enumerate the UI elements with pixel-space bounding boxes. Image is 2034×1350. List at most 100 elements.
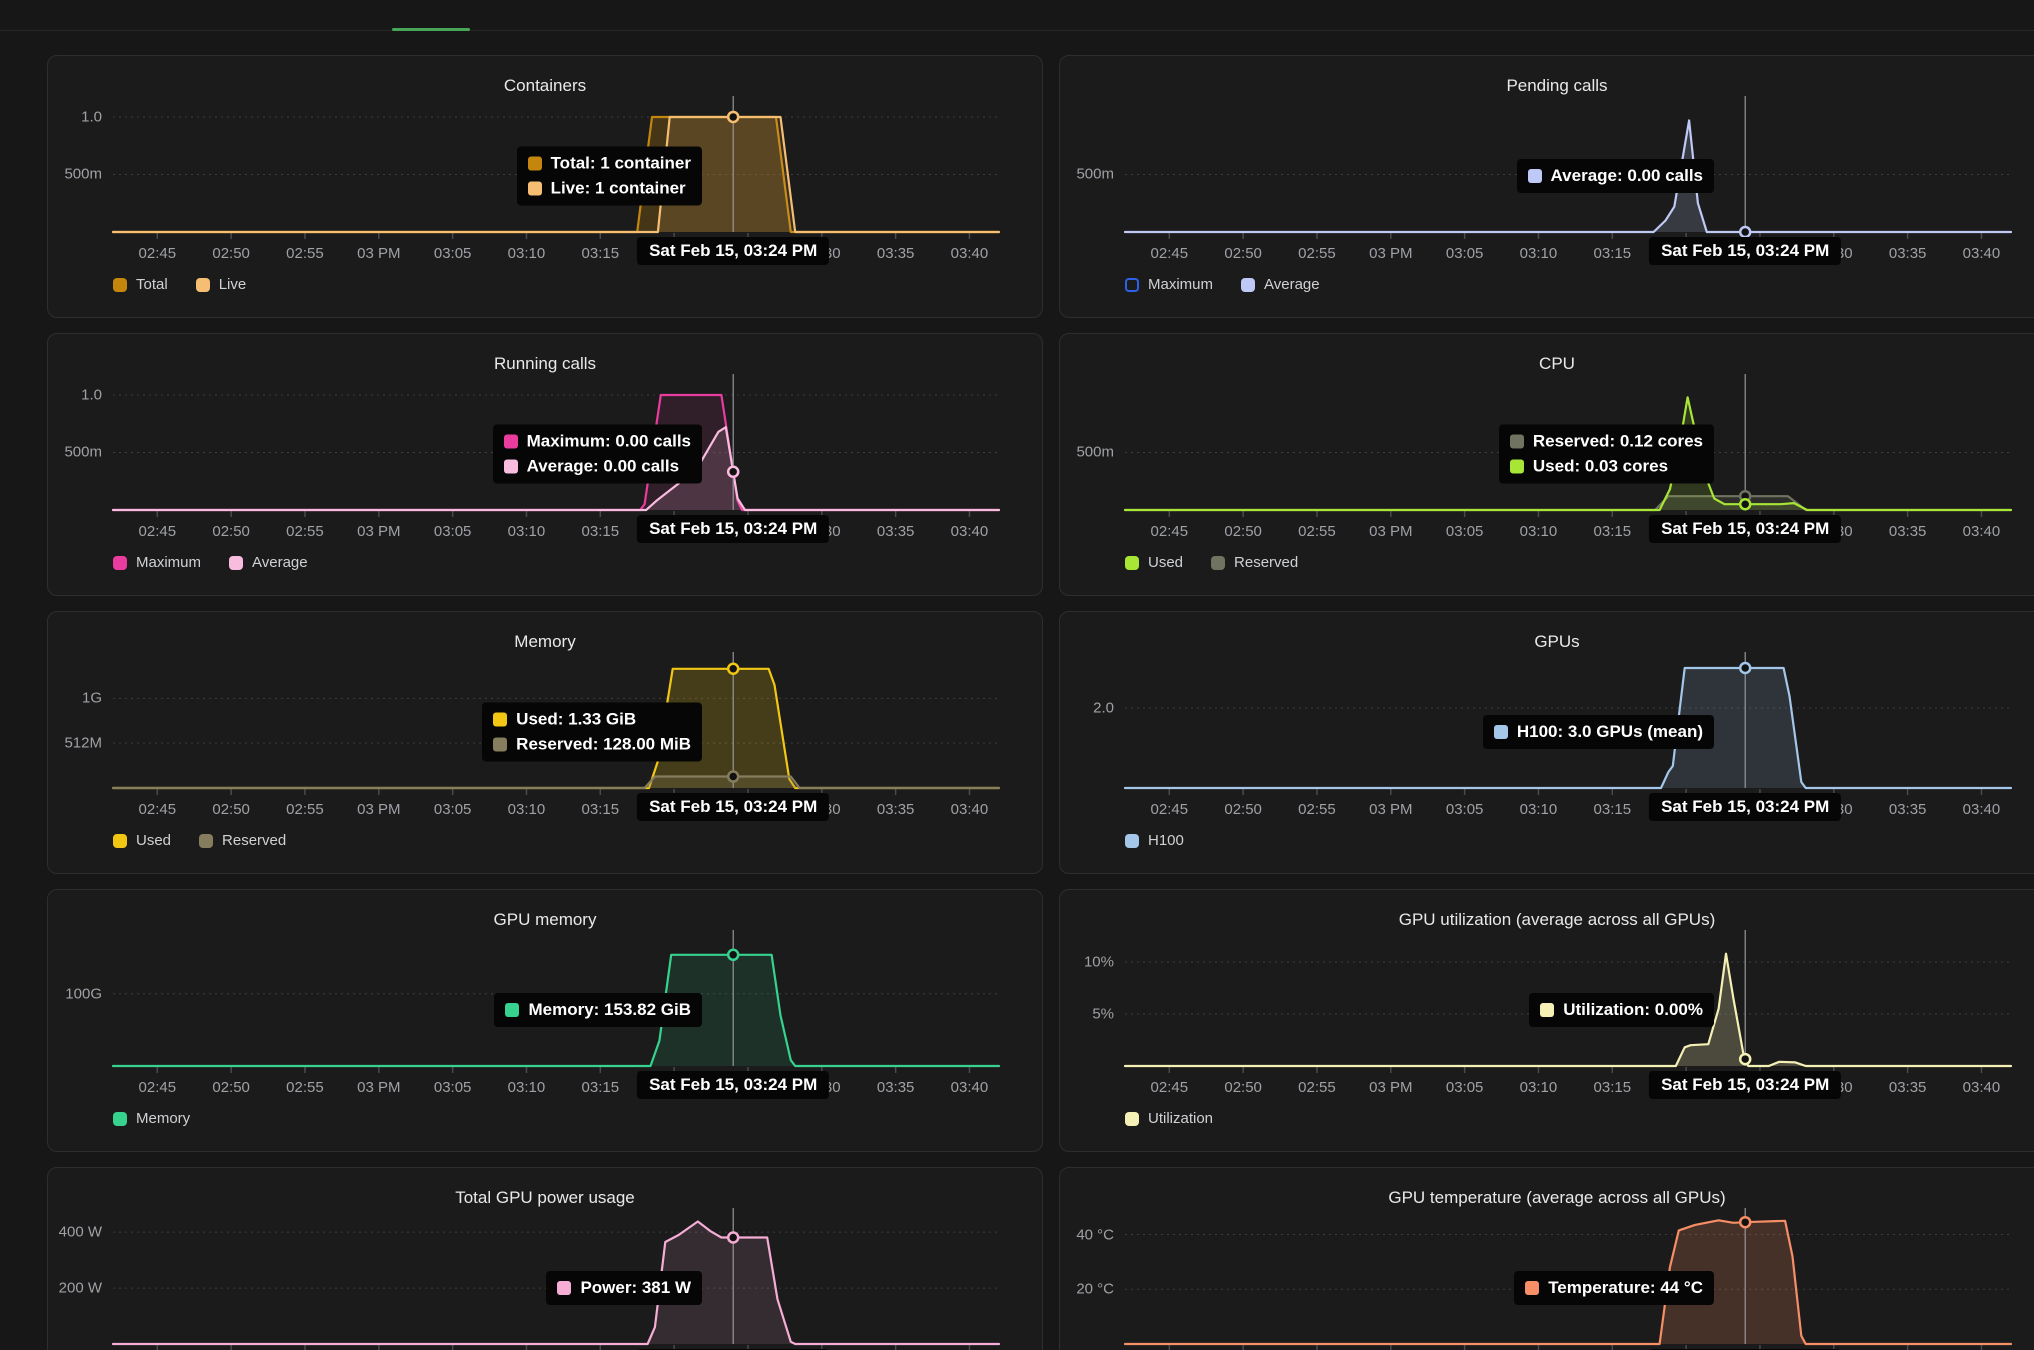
chart-panel-running-calls: Running calls 1.0500m02:4502:5002:5503 P… [47,333,1043,596]
series-tooltip-text: Average: 0.00 calls [527,457,679,477]
legend-swatch-icon [1125,556,1139,570]
legend-label: Used [1148,554,1183,571]
series-tooltip-row: Utilization: 0.00% [1540,1000,1703,1020]
legend-item-maximum[interactable]: Maximum [1125,276,1213,293]
chart-legend: Maximum Average [113,554,308,571]
legend-item-live[interactable]: Live [196,276,247,293]
series-tooltip-row: Average: 0.00 calls [504,457,691,477]
series-tooltip-text: Maximum: 0.00 calls [527,432,691,452]
legend-swatch-icon [113,556,127,570]
series-tooltip: Average: 0.00 calls [1517,159,1714,193]
series-tooltip-row: Total: 1 container [528,154,691,174]
chart-legend: Used Reserved [1125,554,1298,571]
series-swatch-icon [557,1281,571,1295]
chart-panel-containers: Containers 1.0500m02:4502:5002:5503 PM03… [47,55,1043,318]
tab-metrics[interactable]: Metrics [392,0,445,5]
series-tooltip-row: Memory: 153.82 GiB [505,1000,691,1020]
legend-item-used[interactable]: Used [1125,554,1183,571]
series-swatch-icon [528,157,542,171]
tab-containers[interactable]: Containers [236,0,315,5]
series-swatch-icon [1510,460,1524,474]
legend-label: Live [219,276,247,293]
series-tooltip-text: H100: 3.0 GPUs (mean) [1517,722,1703,742]
date-tooltip: Sat Feb 15, 03:24 PM [637,1071,829,1099]
series-swatch-icon [528,182,542,196]
series-tooltip: Maximum: 0.00 calls Average: 0.00 calls [493,425,702,484]
chart-legend: H100 [1125,832,1184,849]
legend-item-average[interactable]: Average [1241,276,1320,293]
tab-bar: Function Calls Containers Metrics Detail… [0,0,2034,31]
chart-panel-cpu: CPU 500m02:4502:5002:5503 PM03:0503:1003… [1059,333,2034,596]
series-tooltip-row: Power: 381 W [557,1278,691,1298]
series-tooltip: Temperature: 44 °C [1514,1271,1714,1305]
chart-canvas[interactable] [1060,1168,2034,1350]
date-tooltip: Sat Feb 15, 03:24 PM [1649,793,1841,821]
date-tooltip: Sat Feb 15, 03:24 PM [1649,1071,1841,1099]
legend-label: Memory [136,1110,190,1127]
series-tooltip: Used: 1.33 GiB Reserved: 128.00 MiB [482,703,702,762]
chart-panel-gpu-utilization: GPU utilization (average across all GPUs… [1059,889,2034,1152]
series-swatch-icon [1510,435,1524,449]
date-tooltip: Sat Feb 15, 03:24 PM [637,237,829,265]
legend-item-utilization[interactable]: Utilization [1125,1110,1213,1127]
date-tooltip: Sat Feb 15, 03:24 PM [1649,237,1841,265]
date-tooltip: Sat Feb 15, 03:24 PM [637,515,829,543]
legend-item-used[interactable]: Used [113,832,171,849]
series-tooltip-row: Live: 1 container [528,179,691,199]
series-tooltip-text: Total: 1 container [551,154,691,174]
legend-label: Maximum [136,554,201,571]
legend-swatch-icon [199,834,213,848]
legend-swatch-icon [196,278,210,292]
tab-files[interactable]: Files [645,0,680,5]
series-swatch-icon [493,738,507,752]
series-tooltip: Reserved: 0.12 coresUsed: 0.03 cores [1499,425,1714,484]
chart-legend: Total Live [113,276,246,293]
legend-item-reserved[interactable]: Reserved [199,832,286,849]
series-swatch-icon [1525,1281,1539,1295]
tab-details[interactable]: Details [527,0,577,5]
metrics-panel-grid: Containers 1.0500m02:4502:5002:5503 PM03… [47,55,2034,1350]
chart-canvas[interactable] [48,1168,1044,1350]
chart-panel-gpu-temperature: GPU temperature (average across all GPUs… [1059,1167,2034,1350]
legend-swatch-icon [1125,278,1139,292]
chart-legend: Maximum Average [1125,276,1320,293]
chart-panel-memory: Memory 1G512M02:4502:5002:5503 PM03:0503… [47,611,1043,874]
legend-item-reserved[interactable]: Reserved [1211,554,1298,571]
chart-legend: Memory [113,1110,190,1127]
chart-panel-gpus: GPUs 2.002:4502:5002:5503 PM03:0503:1003… [1059,611,2034,874]
series-swatch-icon [1528,169,1542,183]
series-tooltip-row: Reserved: 128.00 MiB [493,735,691,755]
series-swatch-icon [504,460,518,474]
legend-swatch-icon [113,278,127,292]
legend-item-memory[interactable]: Memory [113,1110,190,1127]
series-tooltip-text: Power: 381 W [580,1278,691,1298]
series-tooltip-row: Used: 1.33 GiB [493,710,691,730]
legend-item-maximum[interactable]: Maximum [113,554,201,571]
legend-item-average[interactable]: Average [229,554,308,571]
chart-legend: Utilization [1125,1110,1213,1127]
date-tooltip: Sat Feb 15, 03:24 PM [637,793,829,821]
series-tooltip: Utilization: 0.00% [1529,993,1714,1027]
legend-swatch-icon [1125,834,1139,848]
series-swatch-icon [1540,1003,1554,1017]
legend-swatch-icon [113,1112,127,1126]
legend-label: Average [1264,276,1320,293]
series-tooltip-text: Reserved: 0.12 cores [1533,432,1703,452]
series-swatch-icon [505,1003,519,1017]
legend-swatch-icon [229,556,243,570]
series-tooltip: Memory: 153.82 GiB [494,993,702,1027]
legend-label: H100 [1148,832,1184,849]
legend-label: Maximum [1148,276,1213,293]
chart-panel-pending-calls: Pending calls 500m02:4502:5002:5503 PM03… [1059,55,2034,318]
series-tooltip-text: Memory: 153.82 GiB [528,1000,691,1020]
legend-label: Reserved [222,832,286,849]
tab-function-calls[interactable]: Function Calls [48,0,152,5]
legend-swatch-icon [113,834,127,848]
series-tooltip-row: Temperature: 44 °C [1525,1278,1703,1298]
legend-item-h100[interactable]: H100 [1125,832,1184,849]
legend-swatch-icon [1211,556,1225,570]
legend-item-total[interactable]: Total [113,276,168,293]
series-tooltip-text: Temperature: 44 °C [1548,1278,1703,1298]
legend-label: Used [136,832,171,849]
chart-legend: Used Reserved [113,832,286,849]
